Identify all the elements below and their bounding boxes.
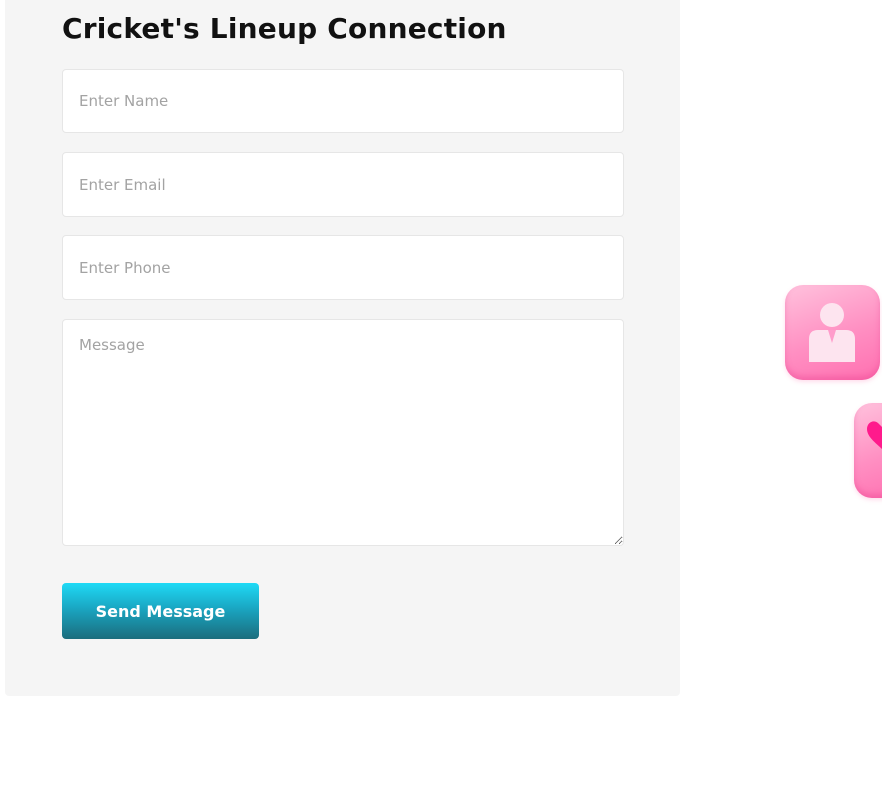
form-title: Cricket's Lineup Connection [62,12,507,45]
send-message-button[interactable]: Send Message [62,583,259,639]
heart-icon[interactable] [854,403,882,498]
email-input[interactable] [62,152,624,217]
name-input[interactable] [62,69,624,133]
heart-icon-glyph [867,421,882,449]
phone-input[interactable] [62,235,624,300]
message-textarea[interactable] [62,319,624,546]
person-icon[interactable] [785,285,880,380]
contact-form-panel: Cricket's Lineup Connection Send Message [5,0,680,696]
person-icon-glyph [809,303,855,362]
